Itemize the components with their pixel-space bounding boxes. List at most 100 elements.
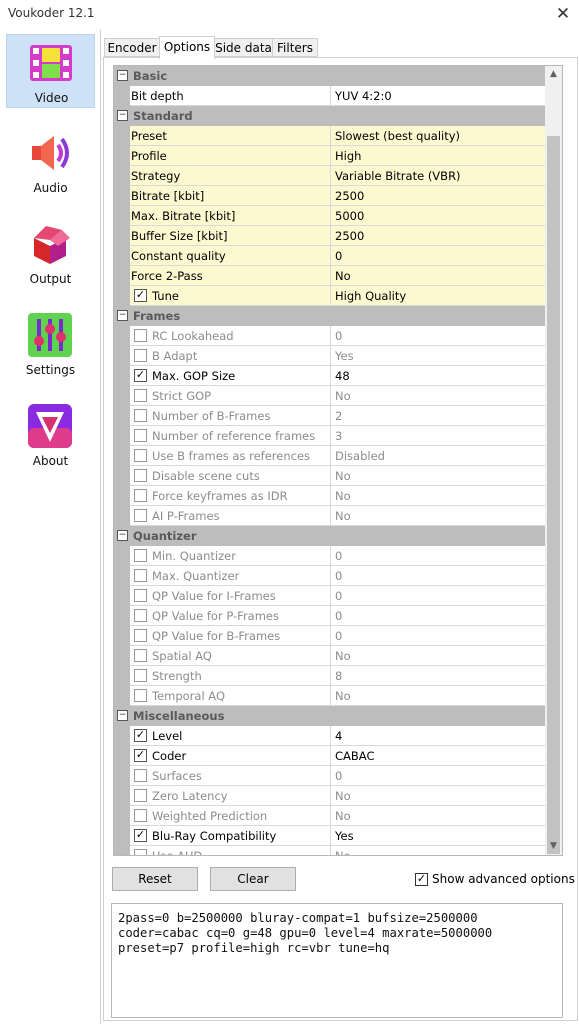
property-value-cell[interactable]: No [331, 386, 547, 406]
grid-category[interactable]: − Basic [114, 66, 547, 86]
grid-row[interactable]: Profile High [114, 146, 547, 166]
property-value-cell[interactable]: Disabled [331, 446, 547, 466]
property-enable-checkbox[interactable] [134, 389, 147, 402]
grid-row[interactable]: ✓ Tune High Quality [114, 286, 547, 306]
property-name-cell[interactable]: Constant quality [130, 246, 331, 266]
grid-row[interactable]: Force 2-Pass No [114, 266, 547, 286]
property-value-cell[interactable]: No [331, 806, 547, 826]
collapse-icon[interactable]: − [117, 310, 128, 321]
tab-options[interactable]: Options [159, 36, 215, 59]
property-value-cell[interactable]: 2500 [331, 186, 547, 206]
grid-category[interactable]: − Quantizer [114, 526, 547, 546]
collapse-icon[interactable]: − [117, 70, 128, 81]
property-value-cell[interactable]: 0 [331, 766, 547, 786]
property-name-cell[interactable]: ✓ Blu-Ray Compatibility [130, 826, 331, 846]
tab-encoder[interactable]: Encoder [104, 38, 160, 57]
property-grid[interactable]: − Basic Bit depth YUV 4:2:0− Standard Preset S… [113, 65, 563, 856]
property-value-cell[interactable]: 0 [331, 606, 547, 626]
property-value-cell[interactable]: No [331, 266, 547, 286]
property-name-cell[interactable]: Surfaces [130, 766, 331, 786]
property-name-cell[interactable]: Min. Quantizer [130, 546, 331, 566]
grid-row[interactable]: ✓ Coder CABAC [114, 746, 547, 766]
property-enable-checkbox[interactable] [134, 789, 147, 802]
property-value-cell[interactable]: High Quality [331, 286, 547, 306]
grid-row[interactable]: Buffer Size [kbit] 2500 [114, 226, 547, 246]
property-value-cell[interactable]: Yes [331, 346, 547, 366]
property-value-cell[interactable]: No [331, 486, 547, 506]
grid-row[interactable]: QP Value for I-Frames 0 [114, 586, 547, 606]
grid-scrollbar[interactable]: ▲ ▼ [545, 66, 562, 855]
property-value-cell[interactable]: CABAC [331, 746, 547, 766]
property-name-cell[interactable]: Zero Latency [130, 786, 331, 806]
scroll-down-icon[interactable]: ▼ [545, 838, 562, 855]
collapse-icon[interactable]: − [117, 530, 128, 541]
property-enable-checkbox[interactable] [134, 569, 147, 582]
close-icon[interactable]: ✕ [550, 2, 576, 26]
grid-row[interactable]: Strict GOP No [114, 386, 547, 406]
grid-row[interactable]: ✓ Max. GOP Size 48 [114, 366, 547, 386]
property-name-cell[interactable]: Max. Bitrate [kbit] [130, 206, 331, 226]
property-enable-checkbox[interactable] [134, 449, 147, 462]
property-name-cell[interactable]: ✓ Coder [130, 746, 331, 766]
property-value-cell[interactable]: Yes [331, 826, 547, 846]
property-name-cell[interactable]: ✓ Tune [130, 286, 331, 306]
grid-row[interactable]: QP Value for P-Frames 0 [114, 606, 547, 626]
property-name-cell[interactable]: Disable scene cuts [130, 466, 331, 486]
nav-item-output[interactable]: Output [6, 216, 95, 290]
property-name-cell[interactable]: Spatial AQ [130, 646, 331, 666]
property-name-cell[interactable]: QP Value for I-Frames [130, 586, 331, 606]
property-enable-checkbox[interactable] [134, 549, 147, 562]
grid-row[interactable]: Surfaces 0 [114, 766, 547, 786]
property-name-cell[interactable]: AI P-Frames [130, 506, 331, 526]
property-name-cell[interactable]: Max. Quantizer [130, 566, 331, 586]
grid-category[interactable]: − Miscellaneous [114, 706, 547, 726]
grid-row[interactable]: Strategy Variable Bitrate (VBR) [114, 166, 547, 186]
property-name-cell[interactable]: Strict GOP [130, 386, 331, 406]
property-value-cell[interactable]: 0 [331, 546, 547, 566]
grid-row[interactable]: Disable scene cuts No [114, 466, 547, 486]
scrollbar-thumb[interactable] [547, 136, 560, 854]
property-enable-checkbox[interactable] [134, 349, 147, 362]
property-enable-checkbox[interactable] [134, 609, 147, 622]
property-name-cell[interactable]: Bitrate [kbit] [130, 186, 331, 206]
property-enable-checkbox[interactable] [134, 809, 147, 822]
grid-row[interactable]: Use AUD No [114, 846, 547, 855]
nav-item-video[interactable]: Video [6, 34, 95, 108]
property-name-cell[interactable]: Strength [130, 666, 331, 686]
grid-row[interactable]: Max. Quantizer 0 [114, 566, 547, 586]
property-name-cell[interactable]: Use AUD [130, 846, 331, 855]
grid-row[interactable]: RC Lookahead 0 [114, 326, 547, 346]
property-value-cell[interactable]: Slowest (best quality) [331, 126, 547, 146]
grid-row[interactable]: Max. Bitrate [kbit] 5000 [114, 206, 547, 226]
property-name-cell[interactable]: ✓ Level [130, 726, 331, 746]
property-enable-checkbox[interactable] [134, 589, 147, 602]
grid-row[interactable]: Constant quality 0 [114, 246, 547, 266]
property-enable-checkbox[interactable] [134, 629, 147, 642]
property-enable-checkbox[interactable] [134, 649, 147, 662]
grid-row[interactable]: AI P-Frames No [114, 506, 547, 526]
grid-row[interactable]: Force keyframes as IDR No [114, 486, 547, 506]
grid-row[interactable]: Bitrate [kbit] 2500 [114, 186, 547, 206]
property-value-cell[interactable]: 48 [331, 366, 547, 386]
property-value-cell[interactable]: No [331, 846, 547, 855]
property-enable-checkbox[interactable]: ✓ [134, 829, 147, 842]
property-value-cell[interactable]: 0 [331, 626, 547, 646]
grid-category[interactable]: − Frames [114, 306, 547, 326]
property-enable-checkbox[interactable] [134, 509, 147, 522]
property-enable-checkbox[interactable] [134, 469, 147, 482]
property-value-cell[interactable]: 8 [331, 666, 547, 686]
collapse-icon[interactable]: − [117, 110, 128, 121]
grid-row[interactable]: Number of B-Frames 2 [114, 406, 547, 426]
property-name-cell[interactable]: QP Value for P-Frames [130, 606, 331, 626]
property-name-cell[interactable]: Use B frames as references [130, 446, 331, 466]
grid-row[interactable]: ✓ Level 4 [114, 726, 547, 746]
nav-item-about[interactable]: About [6, 398, 95, 472]
grid-row[interactable]: Bit depth YUV 4:2:0 [114, 86, 547, 106]
property-name-cell[interactable]: Number of reference frames [130, 426, 331, 446]
tab-filters[interactable]: Filters [272, 38, 318, 57]
property-enable-checkbox[interactable]: ✓ [134, 729, 147, 742]
grid-row[interactable]: Min. Quantizer 0 [114, 546, 547, 566]
property-name-cell[interactable]: ✓ Max. GOP Size [130, 366, 331, 386]
property-name-cell[interactable]: Weighted Prediction [130, 806, 331, 826]
grid-row[interactable]: Strength 8 [114, 666, 547, 686]
